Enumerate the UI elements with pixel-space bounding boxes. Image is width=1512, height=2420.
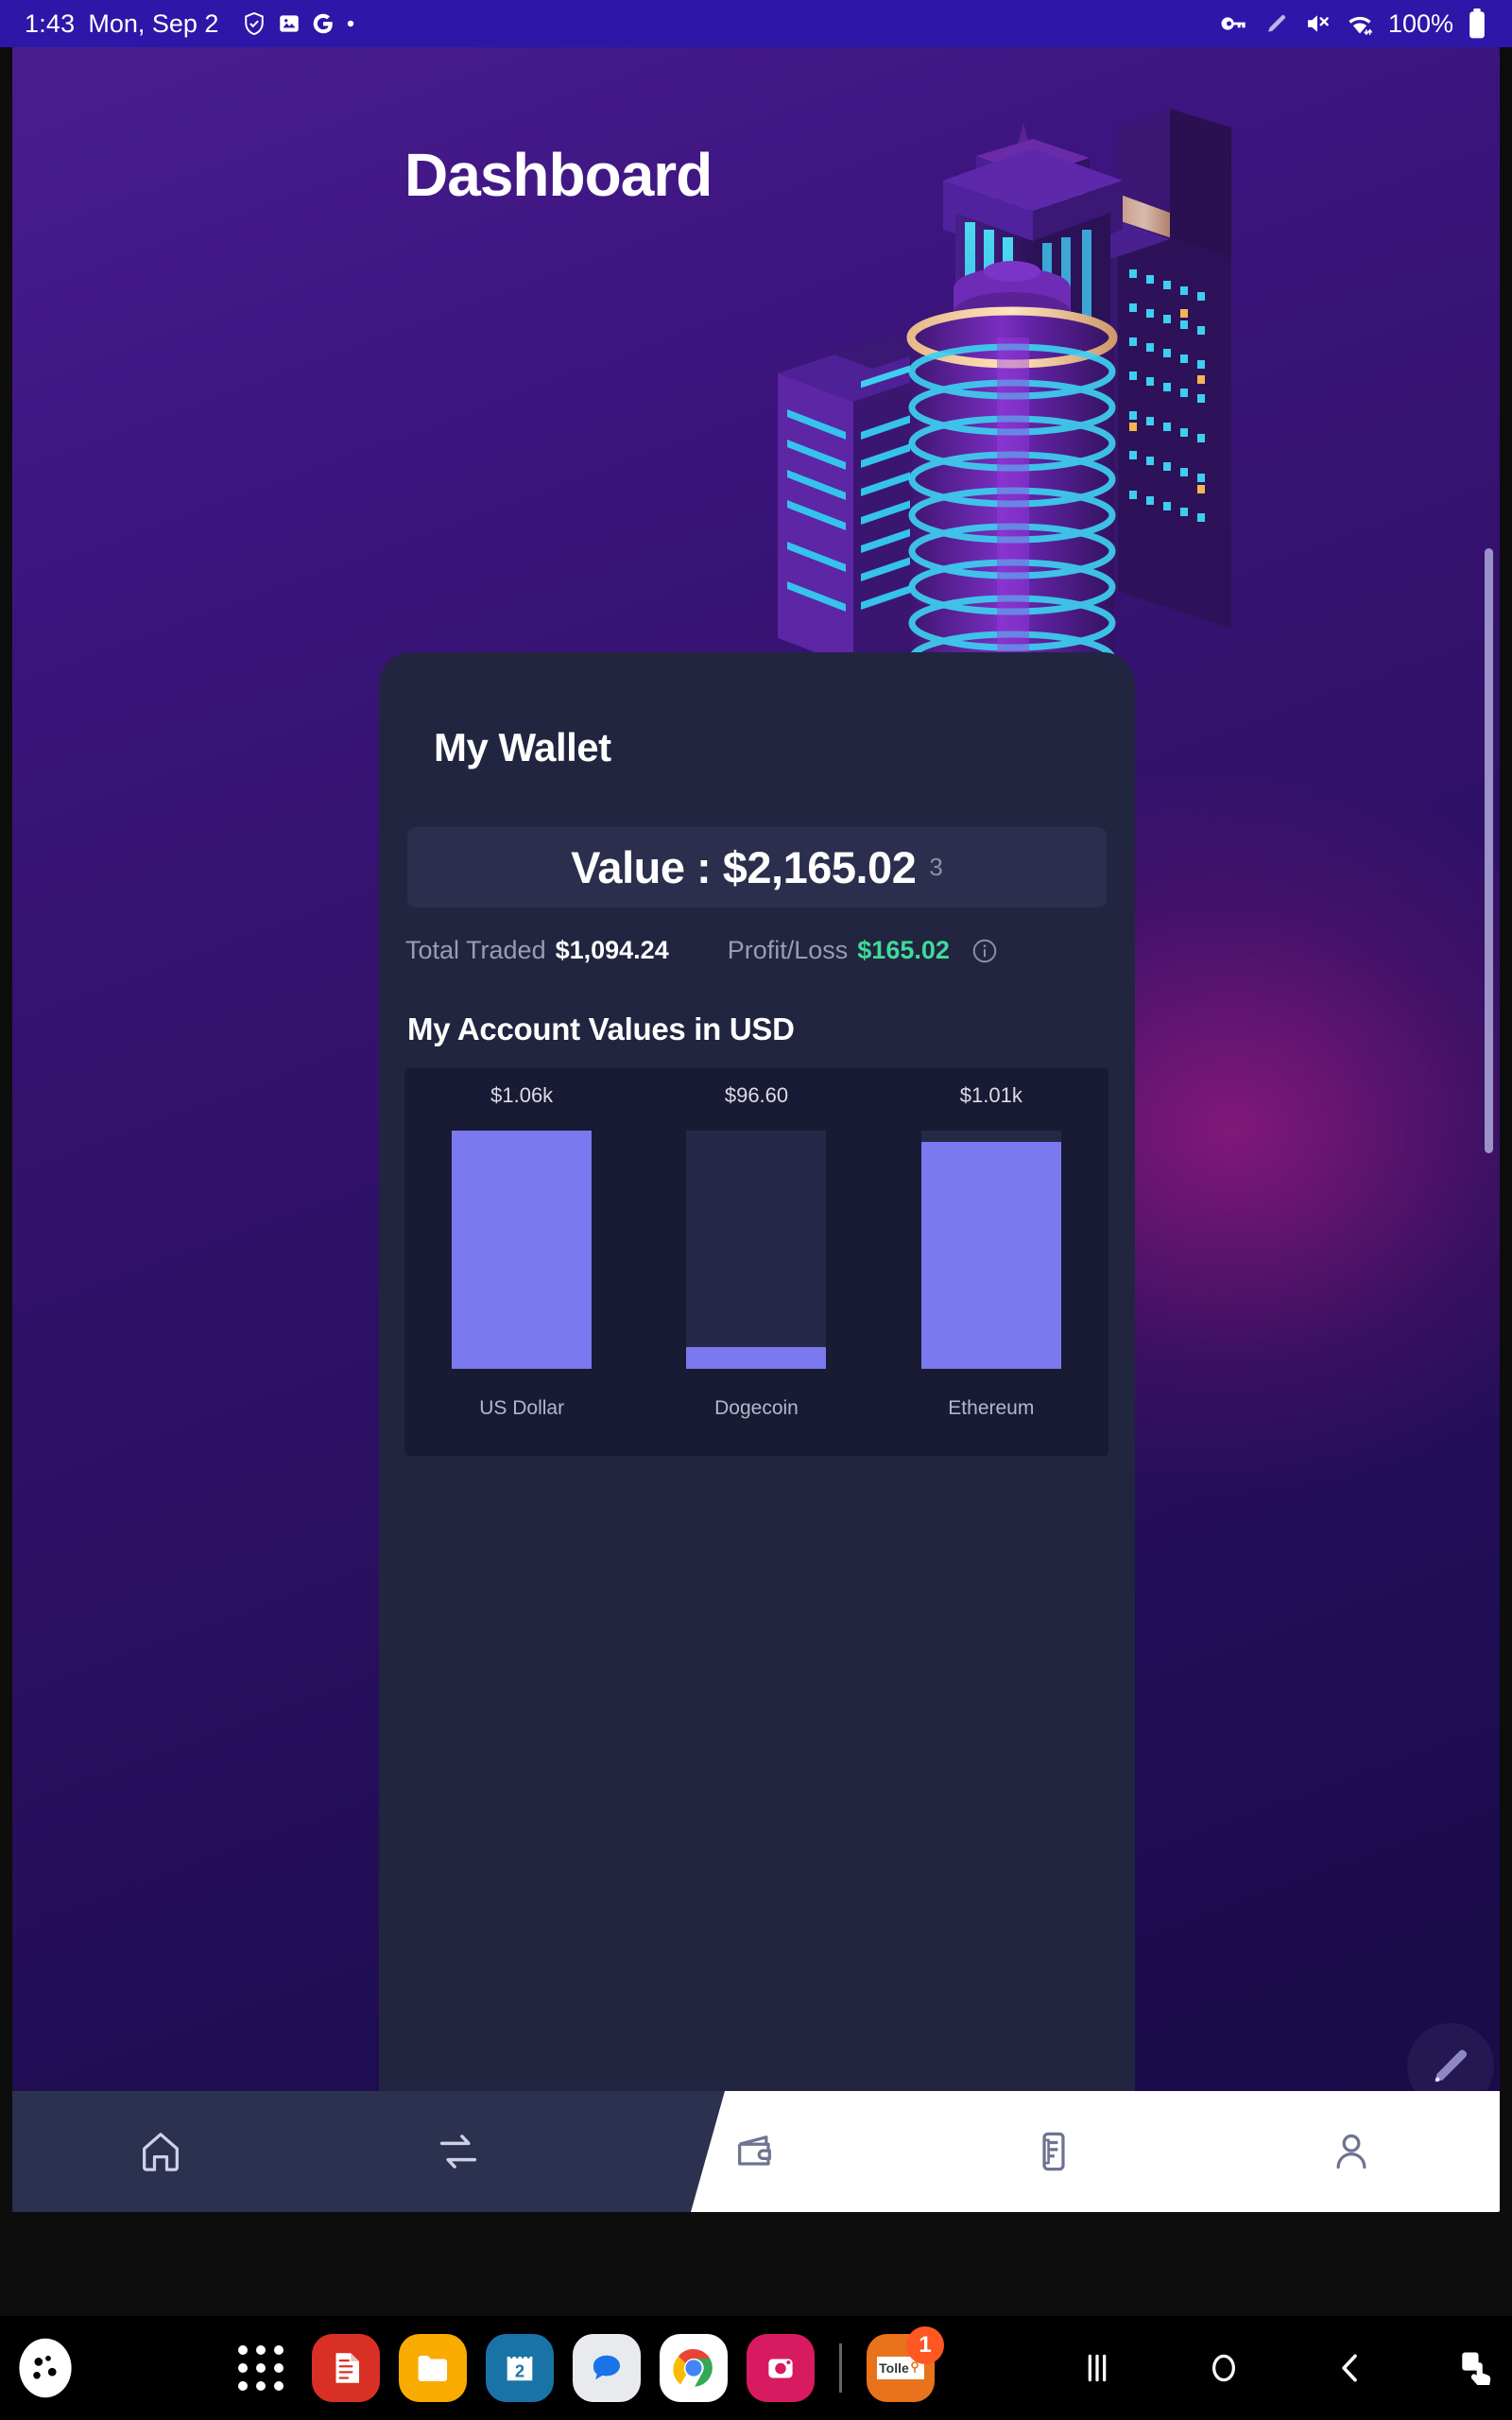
android-status-bar: 1:43 Mon, Sep 2 100% xyxy=(0,0,1512,47)
taskbar-app-messages[interactable] xyxy=(573,2334,641,2402)
bar-group: $1.01k Ethereum xyxy=(874,1068,1108,1456)
nav-item-swap[interactable] xyxy=(310,2091,608,2212)
wallet-sheet: My Wallet Value : $2,165.02 3 Total Trad… xyxy=(379,652,1135,2212)
taskbar-app-chrome[interactable] xyxy=(660,2334,728,2402)
vpn-key-icon xyxy=(1220,9,1250,39)
google-g-icon xyxy=(311,11,335,36)
profit-loss-value: $165.02 xyxy=(857,936,950,964)
status-bar-clock: 1:43 xyxy=(25,9,76,38)
total-traded-value: $1,094.24 xyxy=(555,936,669,964)
taskbar-apps: 2 Tolle 1 xyxy=(312,2326,944,2402)
page-title: Dashboard xyxy=(404,141,713,209)
pencil-icon xyxy=(1426,2042,1475,2091)
taskbar-app-instagram[interactable] xyxy=(747,2334,815,2402)
dot-icon xyxy=(345,18,356,29)
shield-check-icon xyxy=(241,10,267,37)
vertical-scrollbar[interactable] xyxy=(1485,548,1493,1153)
bar-track xyxy=(920,1131,1061,1369)
profit-loss-label: Profit/Loss xyxy=(727,936,849,964)
taskbar-app-files[interactable] xyxy=(399,2334,467,2402)
status-bar-date: Mon, Sep 2 xyxy=(88,9,219,38)
pointer-icon[interactable] xyxy=(1455,2346,1499,2390)
nav-item-home[interactable] xyxy=(12,2091,310,2212)
bar-value-label: $1.06k xyxy=(490,1083,554,1107)
bar-group: $1.06k US Dollar xyxy=(404,1068,639,1456)
section-title-account-values: My Account Values in USD xyxy=(407,1011,795,1046)
battery-percent: 100% xyxy=(1387,9,1453,38)
android-taskbar: 2 Tolle 1 xyxy=(0,2316,1512,2420)
bar-fill xyxy=(686,1347,827,1369)
bar-value-label: $1.01k xyxy=(959,1083,1022,1107)
back-icon[interactable] xyxy=(1329,2346,1372,2390)
image-icon xyxy=(277,11,301,36)
bar-group: $96.60 Dogecoin xyxy=(639,1068,873,1456)
device-screen: 1:43 Mon, Sep 2 100% Dashboard My Wallet… xyxy=(0,0,1512,2420)
bar-fill xyxy=(920,1141,1061,1369)
home-icon xyxy=(136,2127,185,2176)
wallet-icon xyxy=(731,2127,781,2176)
battery-icon xyxy=(1467,9,1487,39)
bar-category-label: Ethereum xyxy=(948,1397,1035,1419)
android-nav-buttons xyxy=(1075,2346,1499,2390)
wifi-icon xyxy=(1345,9,1375,38)
nav-item-profile[interactable] xyxy=(1202,2091,1500,2212)
bar-value-label: $96.60 xyxy=(724,1083,789,1107)
svg-text:2: 2 xyxy=(515,2360,524,2380)
wallet-value-bar[interactable]: Value : $2,165.02 3 xyxy=(407,827,1107,908)
bar-category-label: Dogecoin xyxy=(714,1397,799,1419)
taskbar-app-calendar[interactable]: 2 xyxy=(486,2334,554,2402)
swap-arrows-icon xyxy=(434,2127,483,2176)
pencil-icon xyxy=(1263,10,1290,37)
bar-track xyxy=(452,1131,593,1369)
wallet-title: My Wallet xyxy=(434,725,611,769)
bar-fill xyxy=(452,1131,593,1369)
taskbar-badge: 1 xyxy=(906,2326,944,2364)
taskbar-app-keep-notes[interactable] xyxy=(312,2334,380,2402)
app-viewport: Dashboard My Wallet Value : $2,165.02 3 … xyxy=(12,47,1500,2212)
account-values-bar-chart: $1.06k US Dollar $96.60 Dogecoin $1.01k … xyxy=(404,1068,1108,1456)
app-grid-icon[interactable] xyxy=(238,2345,284,2391)
app-bottom-nav xyxy=(12,2091,1500,2212)
total-traded-label: Total Traded xyxy=(405,936,546,964)
bar-category-label: US Dollar xyxy=(479,1397,565,1419)
taskbar-app-tolle[interactable]: Tolle 1 xyxy=(867,2326,944,2402)
status-bar-notification-icons xyxy=(241,10,356,37)
bar-track xyxy=(686,1131,827,1369)
game-controller-icon[interactable] xyxy=(11,2334,79,2402)
svg-text:Tolle: Tolle xyxy=(879,2360,909,2376)
neon-city-illustration xyxy=(740,99,1269,714)
info-circle-icon[interactable] xyxy=(971,937,999,965)
home-circle-icon[interactable] xyxy=(1202,2346,1246,2390)
wallet-value: Value : $2,165.02 xyxy=(571,842,917,892)
taskbar-separator xyxy=(839,2343,842,2393)
nav-item-news[interactable] xyxy=(904,2091,1202,2212)
status-bar-left: 1:43 Mon, Sep 2 xyxy=(25,9,356,39)
news-article-icon xyxy=(1029,2127,1078,2176)
recents-icon[interactable] xyxy=(1075,2346,1119,2390)
wallet-value-superscript: 3 xyxy=(929,853,943,881)
nav-item-wallet[interactable] xyxy=(608,2091,905,2212)
status-bar-right: 100% xyxy=(1220,9,1487,39)
mute-icon xyxy=(1303,9,1332,38)
person-icon xyxy=(1327,2127,1376,2176)
wallet-totals-row: Total Traded $1,094.24 Profit/Loss $165.… xyxy=(379,936,1135,965)
